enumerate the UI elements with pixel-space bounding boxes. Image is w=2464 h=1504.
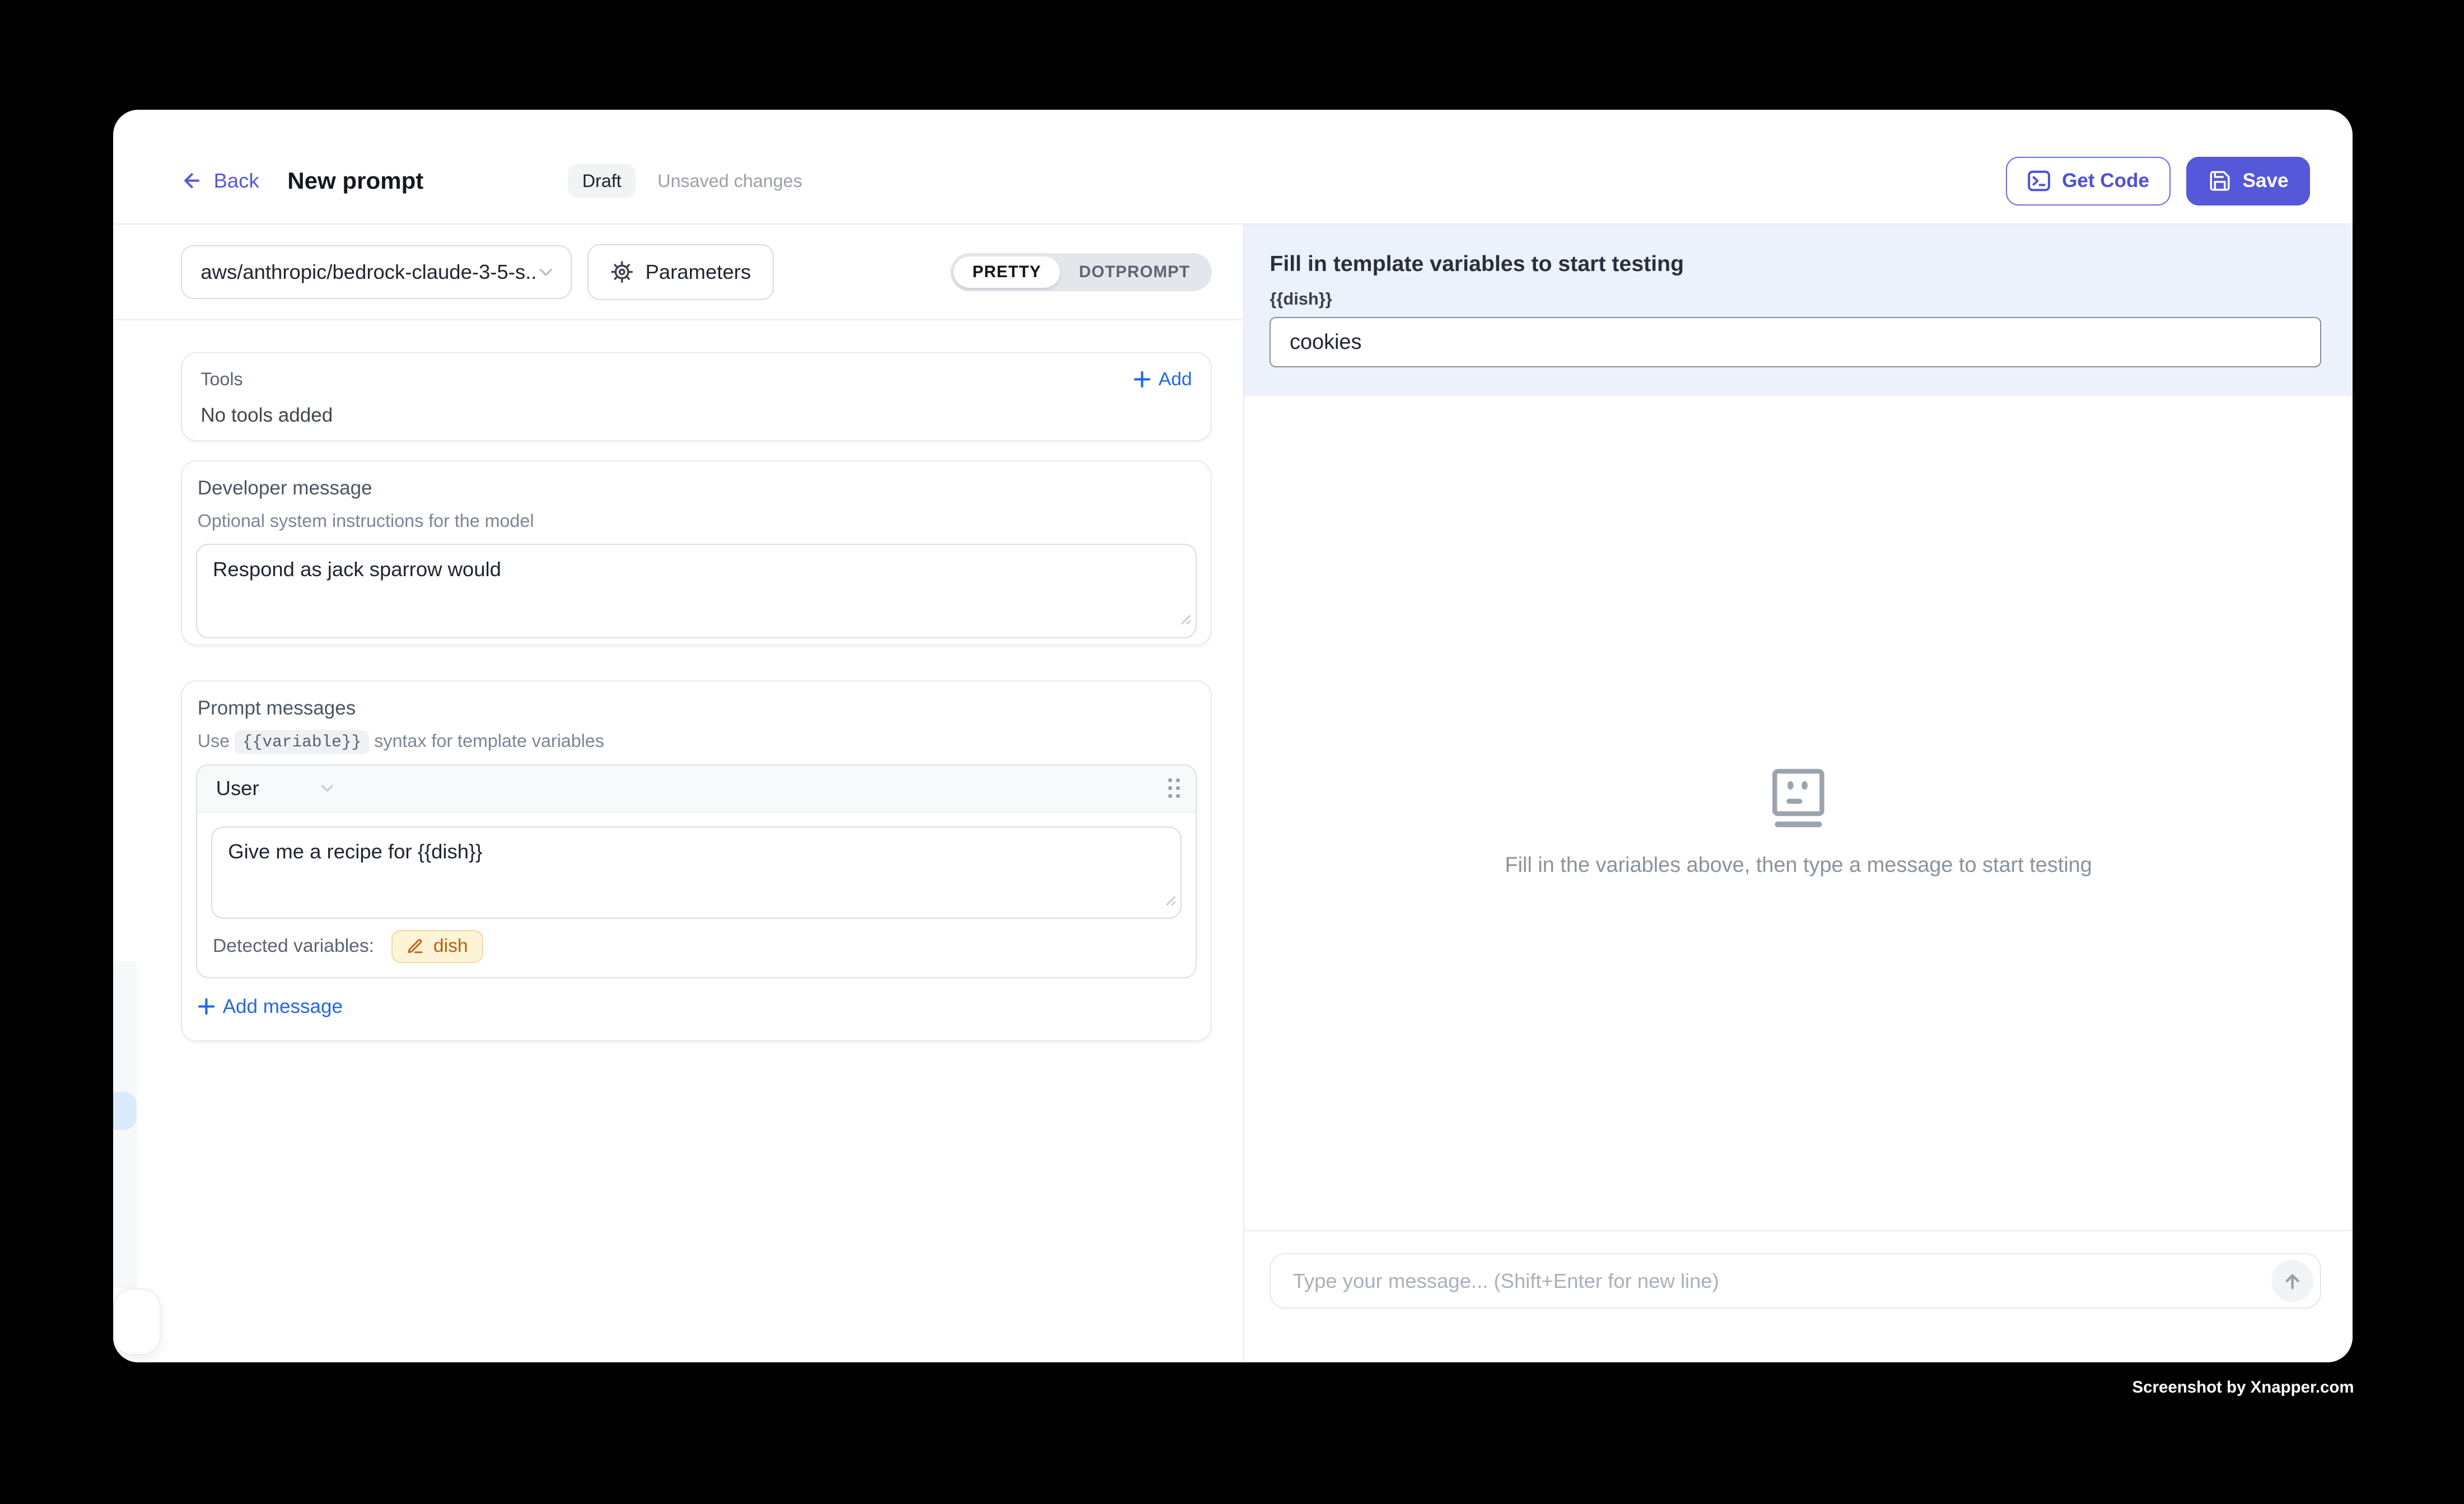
empty-state: Fill in the variables above, then type a… <box>1244 767 2352 877</box>
tab-dotprompt[interactable]: DOTPROMPT <box>1060 256 1209 288</box>
top-bar: Back New prompt Draft Unsaved changes Ge… <box>113 110 2353 225</box>
test-panel: Fill in template variables to start test… <box>1244 225 2352 1362</box>
background-corner-card <box>113 1288 161 1355</box>
developer-message-title: Developer message <box>196 477 1197 499</box>
terminal-icon <box>2027 169 2051 193</box>
plus-icon <box>1133 371 1151 388</box>
arrow-left-icon <box>181 170 203 191</box>
app-window: Back New prompt Draft Unsaved changes Ge… <box>113 110 2353 1362</box>
save-icon <box>2208 169 2232 193</box>
add-tool-label: Add <box>1159 369 1192 390</box>
get-code-label: Get Code <box>2062 170 2149 192</box>
chevron-down-icon <box>536 263 556 282</box>
back-label: Back <box>214 169 259 193</box>
subtitle-suffix: syntax for template variables <box>374 731 604 751</box>
detected-variables-row: Detected variables: dish <box>211 930 1182 963</box>
send-button[interactable] <box>2271 1260 2314 1302</box>
chevron-down-icon[interactable] <box>319 779 336 797</box>
developer-message-subtitle: Optional system instructions for the mod… <box>196 511 1197 531</box>
robot-face-icon <box>1768 767 1828 829</box>
prompt-editor-panel: aws/anthropic/bedrock-claude-3-5-s... <box>113 225 1244 1362</box>
page-title: New prompt <box>287 167 423 194</box>
composer-box <box>1270 1253 2321 1308</box>
developer-message-textarea[interactable]: Respond as jack sparrow would <box>196 544 1197 638</box>
variable-chip-dish[interactable]: dish <box>391 930 483 963</box>
variable-value-input[interactable] <box>1270 317 2321 367</box>
developer-message-card: Developer message Optional system instru… <box>181 460 1212 646</box>
composer <box>1244 1230 2352 1362</box>
background-sidebar-selected-item <box>113 1092 137 1129</box>
editor-scroll-area: Tools Add No tools added Devel <box>113 320 1243 1362</box>
parameters-button[interactable]: Parameters <box>587 244 774 300</box>
role-selector[interactable]: User <box>216 777 259 800</box>
add-tool-button[interactable]: Add <box>1133 369 1192 390</box>
subtitle-prefix: Use <box>198 731 230 751</box>
message-header: User <box>197 765 1196 812</box>
get-code-button[interactable]: Get Code <box>2006 157 2171 205</box>
prompt-messages-title: Prompt messages <box>196 697 1197 720</box>
parameters-label: Parameters <box>645 260 751 284</box>
prompt-messages-subtitle: Use {{variable}} syntax for template var… <box>196 731 1197 752</box>
variable-syntax-code: {{variable}} <box>235 730 369 754</box>
variable-chip-label: dish <box>433 936 468 957</box>
tools-empty-text: No tools added <box>200 404 1192 427</box>
chat-message-input[interactable] <box>1290 1268 2271 1295</box>
gear-icon <box>611 261 633 283</box>
detected-variables-label: Detected variables: <box>213 936 374 957</box>
plus-icon <box>198 998 215 1015</box>
tools-title: Tools <box>200 369 242 390</box>
status-badge: Draft <box>568 164 635 197</box>
drag-handle[interactable] <box>1168 778 1180 798</box>
tools-card: Tools Add No tools added <box>181 352 1212 442</box>
variables-panel-title: Fill in template variables to start test… <box>1270 251 2321 277</box>
model-selector-value: aws/anthropic/bedrock-claude-3-5-s... <box>200 260 536 284</box>
screenshot-stage: Back New prompt Draft Unsaved changes Ge… <box>0 0 2464 1504</box>
back-button[interactable]: Back <box>181 169 259 193</box>
unsaved-changes-label: Unsaved changes <box>657 171 802 191</box>
template-variables-panel: Fill in template variables to start test… <box>1244 225 2352 396</box>
save-button[interactable]: Save <box>2186 157 2310 205</box>
model-toolbar: aws/anthropic/bedrock-claude-3-5-s... <box>113 225 1243 320</box>
arrow-up-icon <box>2281 1270 2303 1292</box>
pencil-icon <box>407 938 424 955</box>
message-textarea[interactable]: Give me a recipe for {{dish}} <box>211 826 1182 919</box>
message-block: User Give me a recipe for {{dish}} <box>196 764 1197 978</box>
watermark-text: Screenshot by Xnapper.com <box>2132 1378 2354 1397</box>
add-message-button[interactable]: Add message <box>198 996 343 1018</box>
empty-state-text: Fill in the variables above, then type a… <box>1505 853 2092 877</box>
main-content: aws/anthropic/bedrock-claude-3-5-s... <box>113 225 2353 1362</box>
variable-name-label: {{dish}} <box>1270 289 2321 309</box>
tab-pretty[interactable]: PRETTY <box>954 256 1060 288</box>
message-body: Give me a recipe for {{dish}} Detected v… <box>197 812 1196 978</box>
prompt-messages-card: Prompt messages Use {{variable}} syntax … <box>181 680 1212 1041</box>
save-label: Save <box>2243 170 2289 192</box>
format-toggle: PRETTY DOTPROMPT <box>950 253 1212 291</box>
model-selector[interactable]: aws/anthropic/bedrock-claude-3-5-s... <box>181 245 572 298</box>
add-message-label: Add message <box>223 996 343 1018</box>
